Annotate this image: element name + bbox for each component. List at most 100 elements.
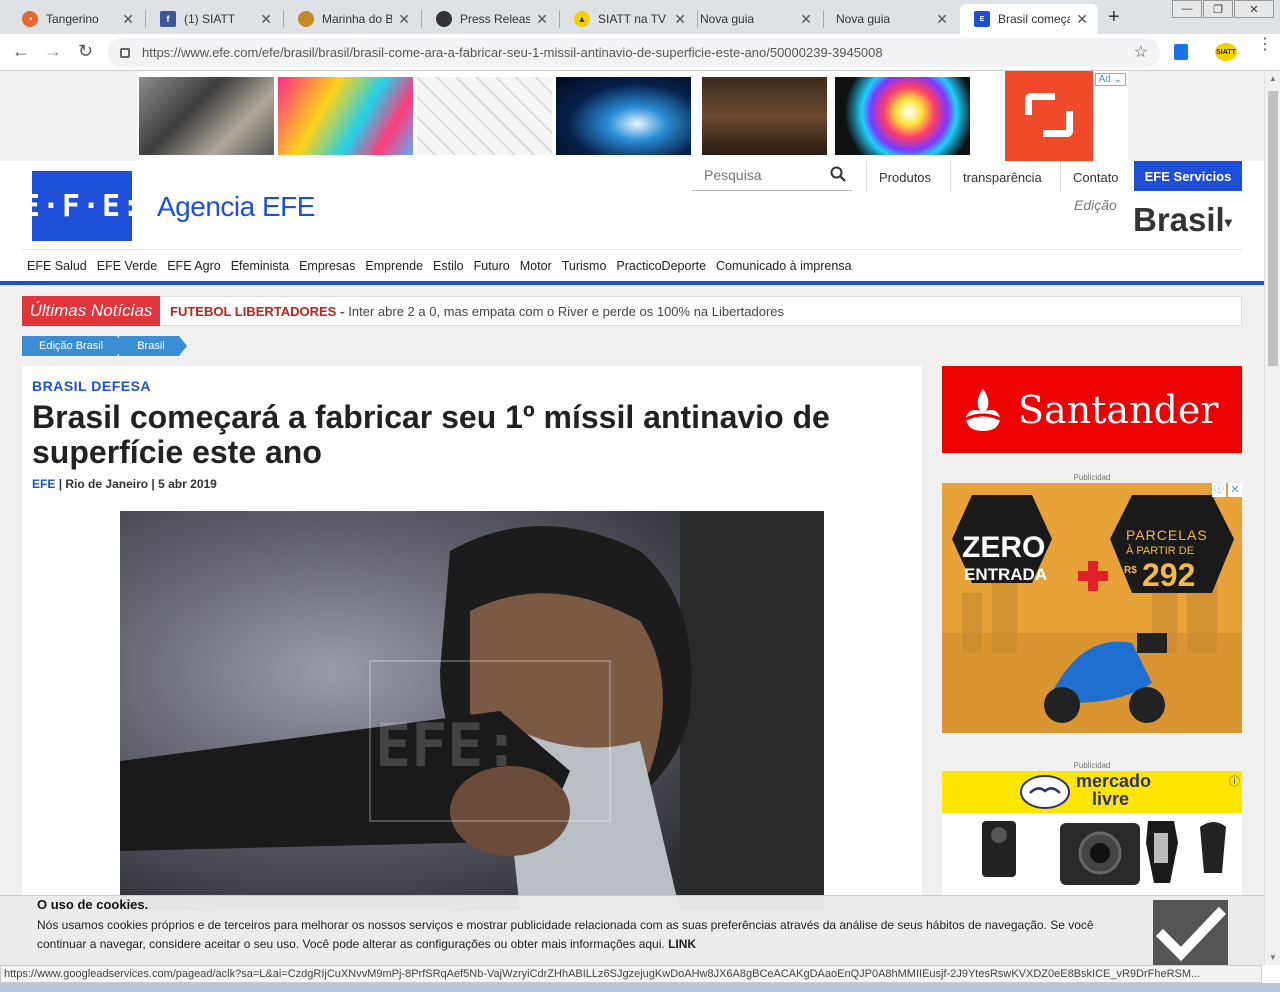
browser-tab[interactable]: Nova guia ✕ [822, 4, 958, 34]
byline-source[interactable]: EFE [32, 477, 55, 491]
efe-favicon-icon: E [974, 11, 990, 27]
close-window-icon[interactable]: ✕ [1234, 0, 1274, 18]
facebook-icon: f [160, 11, 176, 27]
nav-practico-deporte[interactable]: PracticoDeporte [616, 259, 706, 273]
siatt-extension-icon[interactable]: SIATT [1215, 43, 1237, 61]
nav-produtos[interactable]: Produtos [866, 161, 943, 193]
ad-close-icon[interactable]: ✕ [1228, 483, 1242, 497]
tab-title: Nova guia [836, 12, 891, 26]
scrollbar-thumb[interactable] [1268, 91, 1278, 366]
browser-tab[interactable]: Marinha do B ✕ [284, 4, 420, 34]
tab-title: Nova guia [700, 12, 755, 26]
publicidad-label: Publicidad [1073, 473, 1111, 482]
tab-close-icon[interactable]: ✕ [122, 11, 134, 28]
nav-efe-verde[interactable]: EFE Verde [97, 259, 157, 273]
breadcrumb-item[interactable]: Edição Brasil [22, 336, 126, 356]
motorcycle-ad-graphic [942, 483, 1242, 733]
nav-efeminista[interactable]: Efeminista [231, 259, 289, 273]
accept-cookies-button[interactable] [1153, 900, 1228, 965]
browser-tab[interactable]: Nova guia ✕ [686, 4, 822, 34]
tab-title: (1) SIATT [184, 12, 236, 26]
checkmark-icon [1155, 906, 1227, 962]
tab-close-icon[interactable]: ✕ [260, 11, 272, 28]
ad-brand-logo[interactable] [1005, 71, 1093, 161]
adchoices-label: Ad [1098, 74, 1111, 85]
new-tab-icon[interactable]: + [1108, 6, 1120, 29]
nav-efe-salud[interactable]: EFE Salud [27, 259, 87, 273]
moto-ad-line2: ENTRADA [964, 565, 1048, 584]
ad-image-construction[interactable] [139, 77, 274, 155]
ticker-text[interactable]: Inter abre 2 a 0, mas empata com o River… [348, 304, 784, 319]
edition-selector[interactable]: Brasil▾ [1133, 201, 1232, 239]
scroll-down-icon[interactable]: ▼ [1269, 953, 1277, 962]
nav-turismo[interactable]: Turismo [562, 259, 607, 273]
tab-close-icon[interactable]: ✕ [398, 11, 410, 28]
browser-tab[interactable]: Press Release ✕ [422, 4, 558, 34]
minimize-icon[interactable]: — [1172, 0, 1202, 18]
bookmark-extension-icon[interactable] [1174, 44, 1188, 60]
scroll-up-icon[interactable]: ▲ [1269, 74, 1277, 83]
tab-close-icon[interactable]: ✕ [800, 11, 812, 28]
efe-logo[interactable]: E·F·E: [22, 171, 140, 241]
cookie-text-block: Nós usamos cookies próprios e de terceir… [37, 916, 1137, 954]
menu-icon[interactable]: ⋮ [1257, 37, 1273, 53]
article-photo[interactable]: EFE: [120, 511, 824, 911]
tab-close-icon[interactable]: ✕ [674, 11, 686, 28]
article-kicker[interactable]: BRASIL DEFESA [32, 378, 151, 394]
nav-transparencia[interactable]: transparência [950, 161, 1054, 193]
search-input[interactable] [692, 163, 812, 187]
motorcycle-ad[interactable]: ZERO ENTRADA PARCELAS À PARTIR DE R$ 292… [942, 483, 1242, 733]
top-banner-ad[interactable]: Ad ⌄ [137, 71, 1128, 161]
search-icon[interactable] [830, 166, 846, 182]
moto-ad-line4: À PARTIR DE [1126, 545, 1195, 557]
tab-title: SIATT na TV E [598, 12, 668, 26]
ad-image-sketch[interactable] [417, 77, 552, 155]
nav-emprende[interactable]: Emprende [365, 259, 423, 273]
cookie-link[interactable]: LINK [668, 937, 696, 951]
ad-info-icon[interactable]: ⓘ [1229, 773, 1240, 789]
nav-empresas[interactable]: Empresas [299, 259, 355, 273]
breadcrumb-item[interactable]: Brasil [119, 336, 187, 356]
nav-efe-agro[interactable]: EFE Agro [167, 259, 221, 273]
santander-ad[interactable]: Santander [942, 366, 1242, 453]
star-icon[interactable]: ☆ [1134, 42, 1148, 62]
ad-info-icon[interactable]: ⓘ [1212, 483, 1226, 497]
ad-image-earth[interactable] [556, 77, 691, 155]
article: BRASIL DEFESA Brasil começará a fabricar… [22, 366, 922, 965]
browser-tab[interactable]: f (1) SIATT ✕ [146, 4, 282, 34]
ad-image-color-burst[interactable] [835, 77, 970, 155]
reload-icon[interactable]: ↻ [78, 41, 93, 62]
news-ticker: Últimas Notícias FUTEBOL LIBERTADORES - … [22, 296, 1242, 326]
tab-close-icon[interactable]: ✕ [536, 11, 548, 28]
nav-motor[interactable]: Motor [520, 259, 552, 273]
nav-futuro[interactable]: Futuro [474, 259, 510, 273]
moto-ad-line1: ZERO [962, 531, 1046, 564]
breadcrumb: Edição Brasil Brasil [22, 336, 187, 356]
ad-image-paint[interactable] [278, 77, 413, 155]
browser-tab-active[interactable]: E Brasil começa ✕ [960, 4, 1098, 34]
maximize-icon[interactable]: ❐ [1203, 0, 1233, 18]
address-bar[interactable]: https://www.efe.com/efe/brasil/brasil/br… [108, 38, 1160, 67]
forward-icon[interactable]: → [44, 41, 62, 62]
publicidad-label: Publicidad [1073, 761, 1111, 770]
tab-close-icon[interactable]: ✕ [1076, 11, 1088, 28]
window-controls: — ❐ ✕ [1171, 0, 1274, 18]
nav-estilo[interactable]: Estilo [433, 259, 464, 273]
page-scrollbar[interactable]: ▲ ▼ [1264, 71, 1280, 965]
browser-tab[interactable]: ◔ Tangerino ✕ [8, 4, 144, 34]
tab-title: Tangerino [46, 12, 99, 26]
browser-tab[interactable]: ▲ SIATT na TV E ✕ [560, 4, 696, 34]
efe-servicios-button[interactable]: EFE Servicios [1134, 161, 1242, 191]
nav-comunicado[interactable]: Comunicado à imprensa [716, 259, 852, 273]
ticker-headline[interactable]: FUTEBOL LIBERTADORES - [170, 304, 344, 319]
edition-value: Brasil [1133, 201, 1225, 238]
ad-image-old-tv[interactable] [702, 77, 827, 155]
ticker-label[interactable]: Últimas Notícias [22, 296, 160, 326]
siatt-icon: ▲ [574, 11, 590, 27]
tab-close-icon[interactable]: ✕ [936, 11, 948, 28]
agency-name[interactable]: Agencia EFE [157, 191, 315, 223]
moto-ad-currency: R$ [1124, 565, 1137, 576]
back-icon[interactable]: ← [12, 41, 30, 62]
adchoices-icon[interactable]: Ad ⌄ [1094, 73, 1126, 86]
nav-contato[interactable]: Contato [1060, 161, 1131, 193]
